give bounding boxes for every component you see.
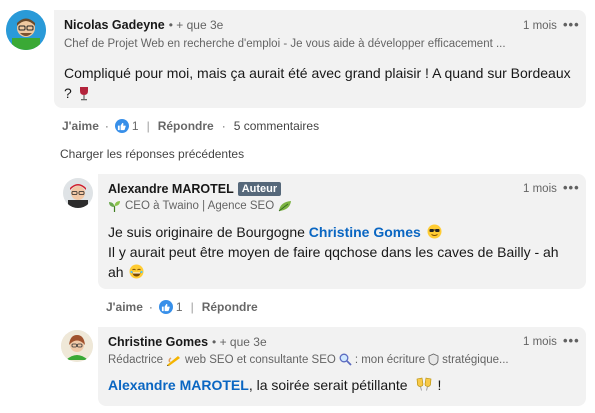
cheers-icon [417,377,432,391]
reply-text: Alexandre MAROTEL, la soirée serait péti… [108,377,442,393]
author-name[interactable]: Alexandre MAROTEL [108,182,234,196]
comment-actions: J'aime · 1 | Répondre · 5 commentaires [62,119,320,133]
connection-degree: • + que 3e [212,335,267,349]
author-headline: Rédactrice web SEO et consultante SEO : … [108,353,509,366]
connection-degree: • + que 3e [168,18,224,32]
like-button[interactable]: J'aime [62,119,99,133]
reply-time: 1 mois [523,336,557,348]
comment-author-row: Nicolas Gadeyne • + que 3e [64,18,223,32]
laugh-icon [129,264,144,279]
like-icon [158,300,173,314]
more-icon[interactable]: ••• [563,333,580,348]
comments-count[interactable]: 5 commentaires [234,119,319,133]
reply-time: 1 mois [523,183,557,195]
comment-time: 1 mois [523,20,557,32]
author-headline: Chef de Projet Web en recherche d'emploi… [64,38,506,50]
sunglasses-icon [427,224,442,239]
reply-text: Je suis originaire de Bourgogne Christin… [108,224,559,280]
reply-author-row: Alexandre MAROTEL Auteur [108,182,282,196]
wine-icon [79,87,88,101]
leaf-icon [278,201,292,212]
author-badge: Auteur [237,182,282,196]
reply-author-row: Christine Gomes • + que 3e [108,335,267,349]
like-button[interactable]: J'aime [106,300,143,314]
reply-button[interactable]: Répondre [158,119,214,133]
author-headline: CEO à Twaino | Agence SEO [108,200,292,212]
comment-text: Compliqué pour moi, mais ça aurait été a… [64,65,571,101]
shield-icon [428,353,439,366]
mention-link[interactable]: Alexandre MAROTEL [108,377,249,393]
magnifier-icon [339,353,352,366]
like-count[interactable]: 1 [132,119,139,133]
reply-button[interactable]: Répondre [202,300,258,314]
avatar-christine[interactable] [61,330,93,362]
mention-link[interactable]: Christine Gomes [309,224,421,240]
more-icon[interactable]: ••• [563,17,580,32]
like-icon [114,119,129,133]
more-icon[interactable]: ••• [563,180,580,195]
avatar-alexandre[interactable] [63,178,93,208]
sprout-icon [109,201,120,212]
avatar-nicolas[interactable] [6,10,46,50]
load-previous-replies[interactable]: Charger les réponses précédentes [60,147,244,161]
author-name[interactable]: Christine Gomes [108,335,208,349]
pen-icon [166,355,180,366]
like-count[interactable]: 1 [176,300,183,314]
author-name[interactable]: Nicolas Gadeyne [64,18,165,32]
reply-actions: J'aime · 1 | Répondre [106,300,258,314]
